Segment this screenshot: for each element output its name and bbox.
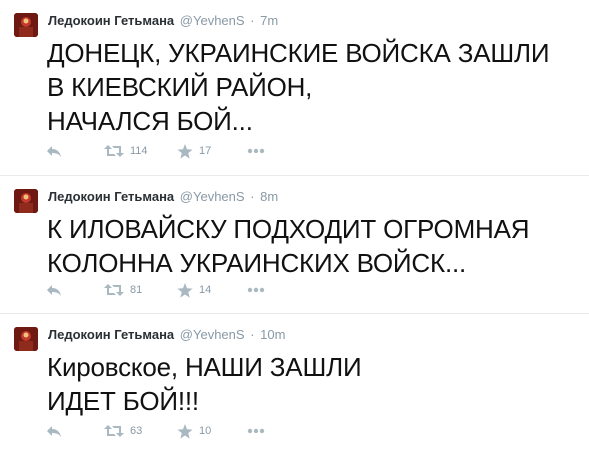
retweet-button[interactable]: 81 <box>104 281 142 299</box>
retweet-icon <box>104 425 124 437</box>
tweet[interactable]: Ледокоин Гетьмана @YevhenS · 7m ДОНЕЦК, … <box>0 0 589 176</box>
favorite-button[interactable]: 10 <box>177 422 211 440</box>
more-button[interactable] <box>247 281 265 299</box>
author-handle[interactable]: @YevhenS <box>180 189 245 204</box>
more-dots-icon <box>247 287 265 293</box>
reply-icon <box>47 146 61 157</box>
timestamp[interactable]: 7m <box>260 13 278 28</box>
reply-icon <box>47 426 61 437</box>
favorite-count: 14 <box>199 284 212 296</box>
tweet[interactable]: Ледокоин Гетьмана @YevhenS · 8m К ИЛОВАЙ… <box>0 176 589 314</box>
retweet-button[interactable]: 63 <box>104 422 142 440</box>
star-icon <box>177 282 193 298</box>
avatar[interactable] <box>14 327 38 351</box>
retweet-count: 114 <box>130 145 148 157</box>
timestamp[interactable]: 10m <box>260 327 285 342</box>
more-dots-icon <box>247 148 265 154</box>
more-button[interactable] <box>247 422 265 440</box>
author-name[interactable]: Ледокоин Гетьмана <box>48 13 174 28</box>
tweet-text-line: НАЧАЛСЯ БОЙ... <box>47 106 253 136</box>
tweet-text-line: В КИЕВСКИЙ РАЙОН, <box>47 72 313 102</box>
retweet-count: 63 <box>130 425 143 437</box>
more-dots-icon <box>247 428 265 434</box>
author-handle[interactable]: @YevhenS <box>180 13 245 28</box>
favorite-count: 10 <box>199 425 212 437</box>
star-icon <box>177 143 193 159</box>
separator-dot: · <box>250 189 255 204</box>
avatar[interactable] <box>14 13 38 37</box>
tweet-actions: 81 14 <box>46 281 286 299</box>
tweet-text-line: ДОНЕЦК, УКРАИНСКИЕ ВОЙСКА ЗАШЛИ <box>47 38 550 68</box>
star-icon <box>177 423 193 439</box>
favorite-count: 17 <box>199 145 212 157</box>
tweet-header: Ледокоин Гетьмана @YevhenS · 8m <box>48 188 278 206</box>
reply-button[interactable] <box>46 142 62 160</box>
more-button[interactable] <box>247 142 265 160</box>
tweet-text-line: К ИЛОВАЙСКУ ПОДХОДИТ ОГРОМНАЯ <box>47 214 530 244</box>
separator-dot: · <box>250 13 255 28</box>
tweet-actions: 63 10 <box>46 422 286 440</box>
retweet-button[interactable]: 114 <box>104 142 148 160</box>
retweet-icon <box>104 284 124 296</box>
retweet-count: 81 <box>130 284 143 296</box>
author-name[interactable]: Ледокоин Гетьмана <box>48 189 174 204</box>
tweet-text-line: Кировское, НАШИ ЗАШЛИ <box>47 352 362 382</box>
reply-button[interactable] <box>46 422 62 440</box>
retweet-icon <box>104 145 124 157</box>
tweet-text: ДОНЕЦК, УКРАИНСКИЕ ВОЙСКА ЗАШЛИ В КИЕВСК… <box>47 36 550 138</box>
author-name[interactable]: Ледокоин Гетьмана <box>48 327 174 342</box>
tweet[interactable]: Ледокоин Гетьмана @YevhenS · 10m Кировск… <box>0 314 589 455</box>
timeline: Ледокоин Гетьмана @YevhenS · 7m ДОНЕЦК, … <box>0 0 589 455</box>
tweet-header: Ледокоин Гетьмана @YevhenS · 7m <box>48 12 278 30</box>
separator-dot: · <box>250 327 255 342</box>
tweet-text: К ИЛОВАЙСКУ ПОДХОДИТ ОГРОМНАЯ КОЛОННА УК… <box>47 212 530 280</box>
tweet-text-line: ИДЕТ БОЙ!!! <box>47 386 199 416</box>
timestamp[interactable]: 8m <box>260 189 278 204</box>
reply-icon <box>47 285 61 296</box>
reply-button[interactable] <box>46 281 62 299</box>
tweet-actions: 114 17 <box>46 142 286 160</box>
favorite-button[interactable]: 14 <box>177 281 211 299</box>
author-handle[interactable]: @YevhenS <box>180 327 245 342</box>
avatar[interactable] <box>14 189 38 213</box>
tweet-text-line: КОЛОННА УКРАИНСКИХ ВОЙСК... <box>47 248 467 278</box>
tweet-text: Кировское, НАШИ ЗАШЛИ ИДЕТ БОЙ!!! <box>47 350 362 418</box>
tweet-header: Ледокоин Гетьмана @YevhenS · 10m <box>48 326 285 344</box>
favorite-button[interactable]: 17 <box>177 142 211 160</box>
